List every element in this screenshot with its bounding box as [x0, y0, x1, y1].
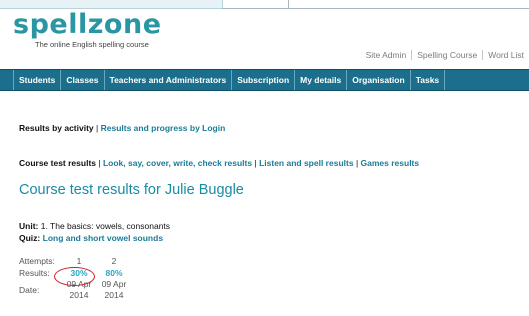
results-by-login-link[interactable]: Results and progress by Login [101, 123, 226, 133]
nav-tasks[interactable]: Tasks [411, 70, 446, 90]
corner-decoration [0, 0, 223, 9]
games-results-link[interactable]: Games results [361, 158, 420, 168]
quiz-info: Quiz: Long and short vowel sounds [19, 233, 163, 243]
nav-subscription[interactable]: Subscription [232, 70, 296, 90]
date-label: Date: [19, 285, 40, 295]
date-day: 09 Apr [101, 279, 127, 289]
unit-info: Unit: 1. The basics: vowels, consonants [19, 221, 170, 231]
result-type-current: Course test results [19, 158, 96, 168]
logo-tagline: The online English spelling course [35, 40, 149, 49]
date-year: 2014 [104, 290, 124, 300]
nav-classes[interactable]: Classes [61, 70, 105, 90]
view-separator: | [96, 123, 99, 133]
unit-value: 1. The basics: vowels, consonants [40, 221, 171, 231]
utility-nav: Site Admin Spelling Course Word List [361, 46, 529, 64]
nav-my-details[interactable]: My details [295, 70, 348, 90]
util-nav-word-list[interactable]: Word List [482, 50, 529, 60]
main-nav: Students Classes Teachers and Administra… [0, 69, 529, 91]
util-nav-spelling-course[interactable]: Spelling Course [411, 50, 482, 60]
result-type-switch: Course test results | Look, say, cover, … [19, 158, 419, 168]
separator: | [254, 158, 257, 168]
attempt-date: 09 Apr 2014 [96, 279, 132, 301]
attempt-number: 2 [111, 256, 117, 266]
attempts-label: Attempts: [19, 256, 55, 266]
nav-students[interactable]: Students [14, 70, 62, 90]
nav-organisation[interactable]: Organisation [347, 70, 411, 90]
logo-wordmark: spellzone [13, 9, 162, 40]
nav-teachers-admins[interactable]: Teachers and Administrators [105, 70, 233, 90]
attempt-number: 1 [76, 256, 82, 266]
header-divider [222, 8, 529, 9]
spellzone-logo[interactable]: spellzone The online English spelling co… [13, 9, 162, 50]
quiz-label: Quiz: [19, 233, 41, 243]
separator: | [355, 158, 359, 168]
unit-label: Unit: [19, 221, 39, 231]
listen-spell-results-link[interactable]: Listen and spell results [259, 158, 353, 168]
quiz-link[interactable]: Long and short vowel sounds [43, 233, 163, 243]
date-year: 2014 [69, 290, 89, 300]
header-divider-tick [288, 0, 289, 9]
lscwc-results-link[interactable]: Look, say, cover, write, check results [103, 158, 252, 168]
attempts-row: Attempts: 1 2 [19, 255, 132, 267]
result-link[interactable]: 80% [96, 267, 132, 279]
view-current: Results by activity [19, 123, 94, 133]
separator: | [98, 158, 101, 168]
page-title: Course test results for Julie Buggle [19, 182, 244, 198]
util-nav-site-admin[interactable]: Site Admin [361, 50, 412, 60]
highlight-circle-annotation [54, 267, 95, 286]
view-switch: Results by activity | Results and progre… [19, 123, 225, 133]
